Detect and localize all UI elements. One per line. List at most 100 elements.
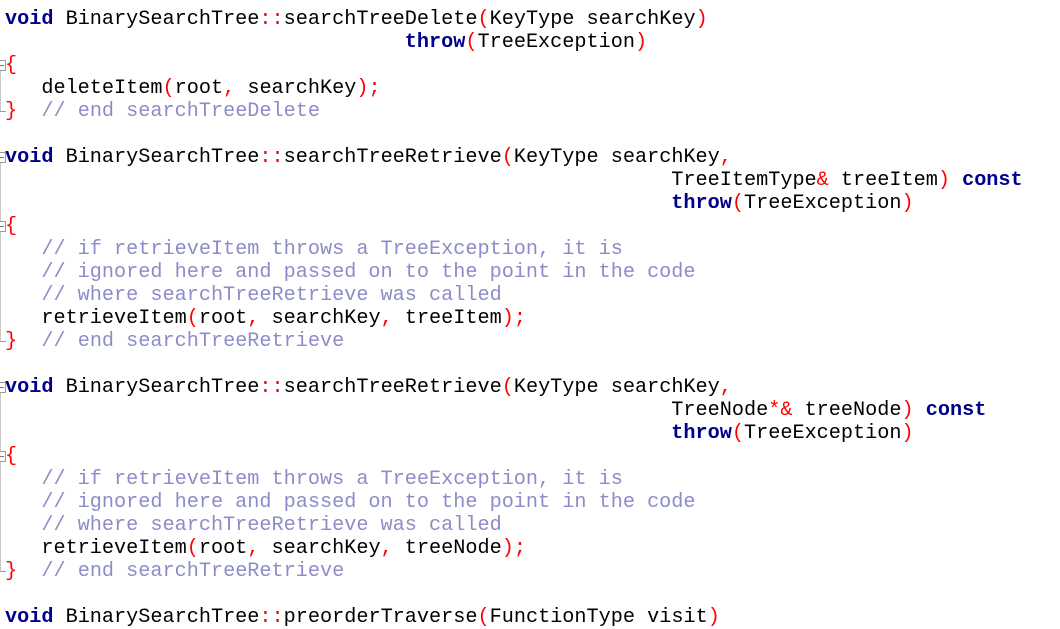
operator-token: (	[477, 606, 490, 629]
identifier-token	[17, 330, 41, 353]
identifier-token	[17, 560, 41, 583]
operator-token: &	[816, 169, 829, 192]
operator-token: ,	[247, 537, 260, 560]
operator-token: (	[731, 192, 744, 215]
code-line: } // end searchTreeDelete	[5, 100, 320, 123]
identifier-token: BinarySearchTree	[53, 606, 260, 629]
keyword-token: throw	[671, 422, 732, 445]
comment-token: // where searchTreeRetrieve was called	[41, 284, 502, 307]
fold-guide-line	[0, 393, 1, 451]
code-line: } // end searchTreeRetrieve	[5, 560, 344, 583]
operator-token: *&	[768, 399, 793, 422]
identifier-token: KeyType searchKey	[489, 8, 696, 31]
operator-token: {	[5, 445, 18, 468]
code-line: {	[5, 54, 17, 77]
operator-token: (	[501, 376, 514, 399]
fold-guide-line	[0, 163, 1, 221]
operator-token: ,	[380, 537, 393, 560]
identifier-token: preorderTraverse	[283, 606, 478, 629]
identifier-token: searchTreeRetrieve	[283, 146, 502, 169]
identifier-token: TreeNode	[671, 399, 769, 422]
code-line: retrieveItem(root, searchKey, treeItem);	[5, 307, 526, 330]
operator-token: )	[695, 8, 708, 31]
comment-token: // end searchTreeDelete	[41, 100, 320, 123]
operator-token: );	[501, 307, 526, 330]
operator-token: )	[937, 169, 950, 192]
keyword-token: throw	[671, 192, 732, 215]
code-line: throw(TreeException)	[5, 31, 647, 54]
keyword-token: void	[5, 606, 54, 629]
identifier-token: TreeException	[744, 422, 902, 445]
identifier-token: root	[174, 77, 224, 100]
identifier-token: TreeException	[477, 31, 635, 54]
comment-token: // end searchTreeRetrieve	[41, 330, 345, 353]
identifier-token: FunctionType visit	[489, 606, 708, 629]
identifier-token: searchKey	[259, 307, 381, 330]
operator-token: (	[186, 307, 199, 330]
identifier-token	[950, 169, 962, 192]
operator-token: {	[5, 54, 18, 77]
comment-token: // if retrieveItem throws a TreeExceptio…	[41, 238, 623, 261]
keyword-token: void	[5, 146, 54, 169]
code-line: TreeItemType& treeItem) const	[5, 169, 1022, 192]
operator-token: }	[5, 330, 18, 353]
code-line: // ignored here and passed on to the poi…	[5, 261, 696, 284]
operator-token: )	[901, 192, 914, 215]
operator-token: ,	[223, 77, 236, 100]
comment-token: // where searchTreeRetrieve was called	[41, 514, 502, 537]
code-line: // if retrieveItem throws a TreeExceptio…	[5, 468, 623, 491]
code-line: retrieveItem(root, searchKey, treeNode);	[5, 537, 526, 560]
operator-token: (	[731, 422, 744, 445]
identifier-token: root	[198, 537, 248, 560]
comment-token: // end searchTreeRetrieve	[41, 560, 345, 583]
identifier-token: KeyType searchKey	[513, 376, 720, 399]
code-line: deleteItem(root, searchKey);	[5, 77, 381, 100]
code-line: void BinarySearchTree::searchTreeRetriev…	[5, 146, 732, 169]
identifier-token: TreeItemType	[671, 169, 817, 192]
operator-token: ::	[259, 376, 284, 399]
operator-token: (	[465, 31, 478, 54]
identifier-token: BinarySearchTree	[53, 376, 260, 399]
operator-token: (	[501, 146, 514, 169]
keyword-token: void	[5, 376, 54, 399]
identifier-token: treeItem	[392, 307, 502, 330]
operator-token: ,	[719, 146, 732, 169]
identifier-token: treeNode	[792, 399, 902, 422]
operator-token: ,	[380, 307, 393, 330]
operator-token: (	[162, 77, 175, 100]
keyword-token: void	[5, 8, 54, 31]
comment-token: // ignored here and passed on to the poi…	[41, 491, 696, 514]
operator-token: {	[5, 215, 18, 238]
identifier-token: TreeException	[744, 192, 902, 215]
comment-token: // if retrieveItem throws a TreeExceptio…	[41, 468, 623, 491]
code-line: // if retrieveItem throws a TreeExceptio…	[5, 238, 623, 261]
comment-token: // ignored here and passed on to the poi…	[41, 261, 696, 284]
identifier-token: searchKey	[259, 537, 381, 560]
code-editor[interactable]: void BinarySearchTree::searchTreeDelete(…	[0, 0, 1060, 629]
identifier-token: treeItem	[828, 169, 938, 192]
identifier-token: deleteItem	[41, 77, 163, 100]
code-line: void BinarySearchTree::preorderTraverse(…	[5, 606, 720, 629]
operator-token: (	[186, 537, 199, 560]
fold-guide-line	[0, 71, 1, 111]
keyword-token: throw	[404, 31, 466, 54]
identifier-token	[17, 100, 41, 123]
operator-token: );	[356, 77, 381, 100]
identifier-token: searchTreeRetrieve	[283, 376, 502, 399]
code-line: throw(TreeException)	[5, 422, 913, 445]
code-line: } // end searchTreeRetrieve	[5, 330, 344, 353]
operator-token: }	[5, 100, 18, 123]
keyword-token: const	[925, 399, 987, 422]
code-line: // where searchTreeRetrieve was called	[5, 514, 502, 537]
